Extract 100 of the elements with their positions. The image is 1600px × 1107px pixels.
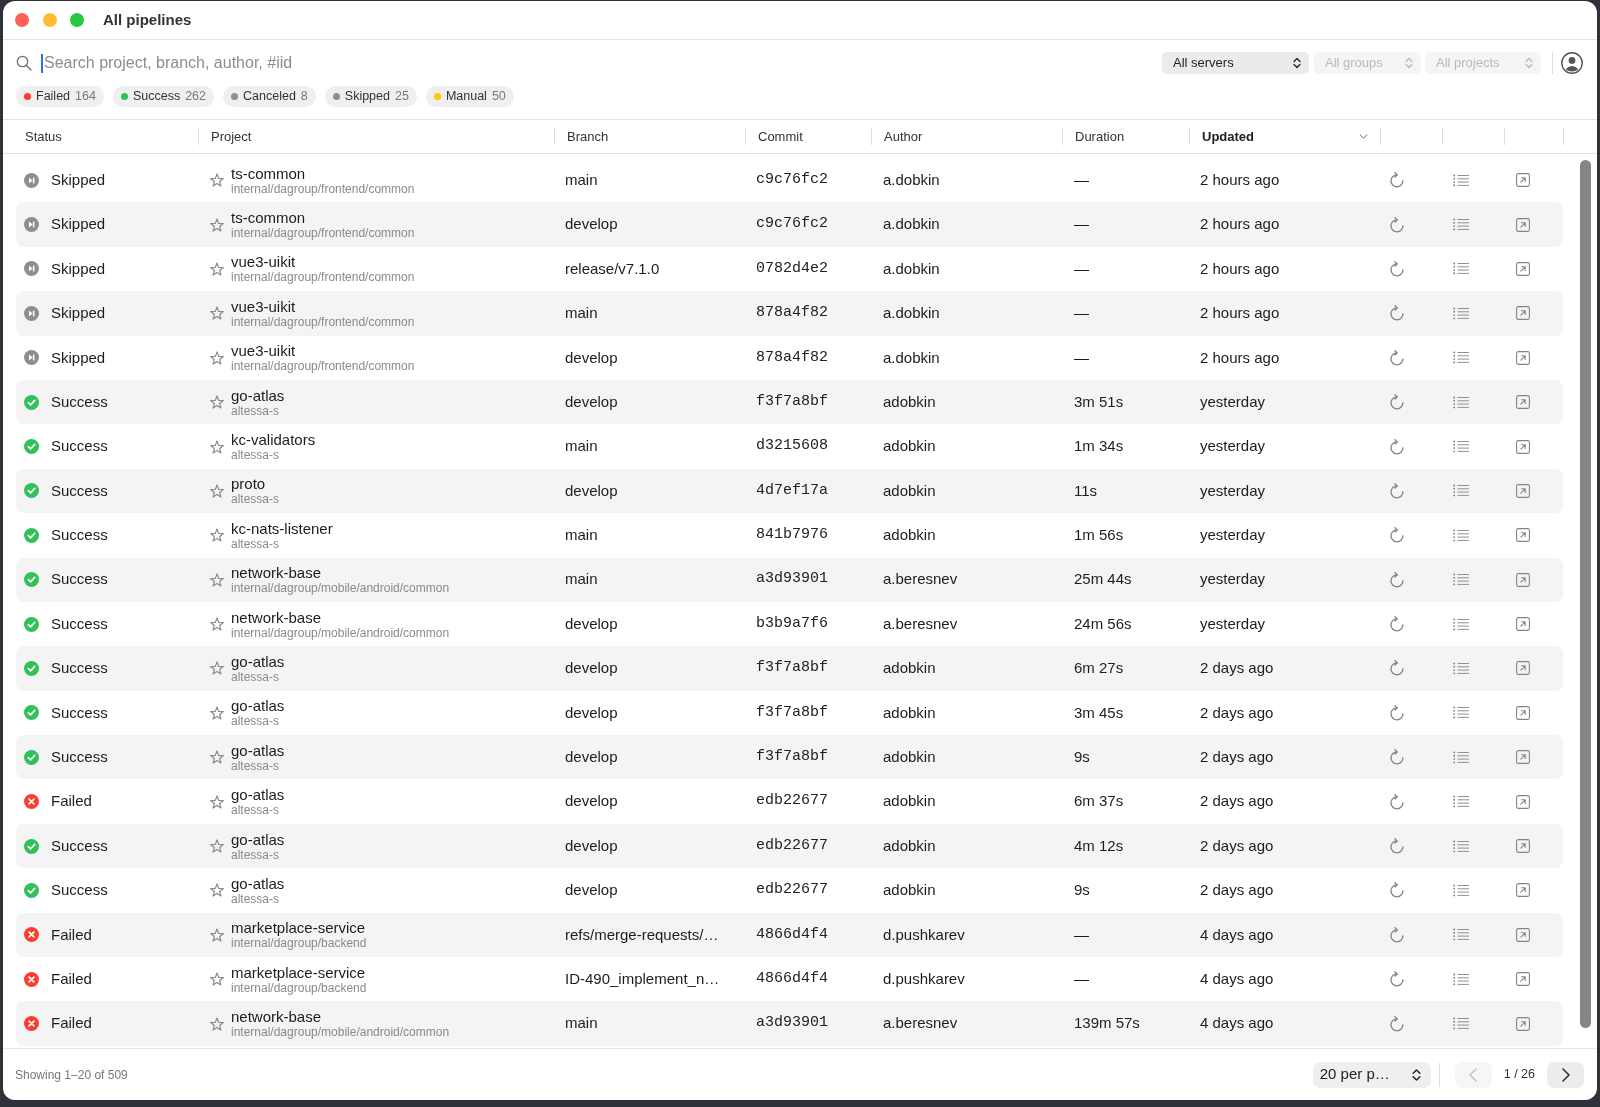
list-icon[interactable] [1453,1017,1469,1031]
column-header[interactable]: Project [211,126,252,147]
refresh-icon[interactable] [1390,616,1404,633]
window-close-icon[interactable] [15,13,29,27]
external-link-icon[interactable] [1516,839,1530,854]
star-icon[interactable] [210,173,224,188]
refresh-icon[interactable] [1390,838,1404,855]
refresh-icon[interactable] [1390,660,1404,677]
refresh-icon[interactable] [1390,438,1404,455]
external-link-icon[interactable] [1516,173,1530,188]
status-filter-chip[interactable]: Canceled 8 [223,86,316,107]
refresh-icon[interactable] [1390,971,1404,988]
chevron-down-icon[interactable] [1359,134,1368,139]
list-icon[interactable] [1453,617,1469,631]
external-link-icon[interactable] [1516,528,1530,543]
external-link-icon[interactable] [1516,705,1530,720]
list-icon[interactable] [1453,528,1469,542]
star-icon[interactable] [210,883,224,898]
external-link-icon[interactable] [1516,350,1530,365]
refresh-icon[interactable] [1390,216,1404,233]
list-icon[interactable] [1453,662,1469,675]
star-icon[interactable] [210,661,224,676]
external-link-icon[interactable] [1516,794,1530,809]
star-icon[interactable] [210,306,224,321]
list-icon[interactable] [1453,573,1469,587]
star-icon[interactable] [210,395,224,410]
column-header[interactable]: Duration [1075,126,1125,147]
external-link-icon[interactable] [1516,306,1530,321]
list-icon[interactable] [1453,883,1469,897]
refresh-icon[interactable] [1390,260,1404,277]
list-icon[interactable] [1453,395,1469,409]
external-link-icon[interactable] [1516,483,1530,498]
refresh-icon[interactable] [1390,482,1404,499]
external-link-icon[interactable] [1516,1016,1530,1031]
dropdown-select[interactable]: All servers [1162,52,1309,74]
list-icon[interactable] [1453,750,1469,764]
external-link-icon[interactable] [1516,972,1530,987]
refresh-icon[interactable] [1390,749,1404,766]
external-link-icon[interactable] [1516,927,1530,942]
star-icon[interactable] [210,261,224,276]
list-icon[interactable] [1453,795,1469,809]
external-link-icon[interactable] [1516,439,1530,454]
list-icon[interactable] [1453,306,1469,320]
star-icon[interactable] [210,483,224,498]
column-header[interactable]: Status [25,126,62,147]
list-icon[interactable] [1453,928,1469,942]
list-icon[interactable] [1453,262,1469,276]
column-header[interactable]: Author [884,126,923,147]
refresh-icon[interactable] [1390,926,1404,943]
star-icon[interactable] [210,528,224,543]
star-icon[interactable] [210,439,224,454]
refresh-icon[interactable] [1390,1015,1404,1032]
external-link-icon[interactable] [1516,617,1530,632]
refresh-icon[interactable] [1390,571,1404,588]
refresh-icon[interactable] [1390,305,1404,322]
external-link-icon[interactable] [1516,883,1530,898]
external-link-icon[interactable] [1516,261,1530,276]
refresh-icon[interactable] [1390,793,1404,810]
star-icon[interactable] [210,572,224,587]
list-icon[interactable] [1453,839,1469,853]
list-icon[interactable] [1453,173,1469,187]
window-minimize-icon[interactable] [42,13,57,27]
star-icon[interactable] [210,927,224,942]
list-icon[interactable] [1453,440,1469,454]
star-icon[interactable] [210,839,224,854]
column-header[interactable]: Updated [1202,126,1254,147]
refresh-icon[interactable] [1390,172,1404,189]
list-icon[interactable] [1453,706,1469,720]
star-icon[interactable] [210,217,224,232]
external-link-icon[interactable] [1516,661,1530,676]
star-icon[interactable] [210,794,224,809]
star-icon[interactable] [210,705,224,720]
list-icon[interactable] [1453,218,1469,232]
status-filter-chip[interactable]: Skipped 25 [324,86,417,107]
star-icon[interactable] [210,1016,224,1031]
search-field[interactable]: Search project, branch, author, #iid [43,51,1162,75]
status-filter-chip[interactable]: Failed 164 [16,86,104,107]
per-page-select[interactable]: 20 per p… [1312,1061,1431,1088]
window-zoom-icon[interactable] [70,13,84,27]
user-icon[interactable] [1561,52,1583,74]
list-icon[interactable] [1453,351,1469,365]
star-icon[interactable] [210,972,224,987]
status-filter-chip[interactable]: Manual 50 [425,86,514,107]
refresh-icon[interactable] [1390,527,1404,544]
refresh-icon[interactable] [1390,349,1404,366]
star-icon[interactable] [210,350,224,365]
column-header[interactable]: Branch [567,126,609,147]
status-filter-chip[interactable]: Success 262 [112,86,214,107]
external-link-icon[interactable] [1516,572,1530,587]
refresh-icon[interactable] [1390,882,1404,899]
list-icon[interactable] [1453,972,1469,986]
refresh-icon[interactable] [1390,704,1404,721]
external-link-icon[interactable] [1516,750,1530,765]
refresh-icon[interactable] [1390,394,1404,411]
column-header[interactable]: Commit [758,126,803,147]
list-icon[interactable] [1453,484,1469,498]
external-link-icon[interactable] [1516,217,1530,232]
star-icon[interactable] [210,617,224,632]
star-icon[interactable] [210,750,224,765]
next-page-button[interactable] [1547,1061,1584,1088]
